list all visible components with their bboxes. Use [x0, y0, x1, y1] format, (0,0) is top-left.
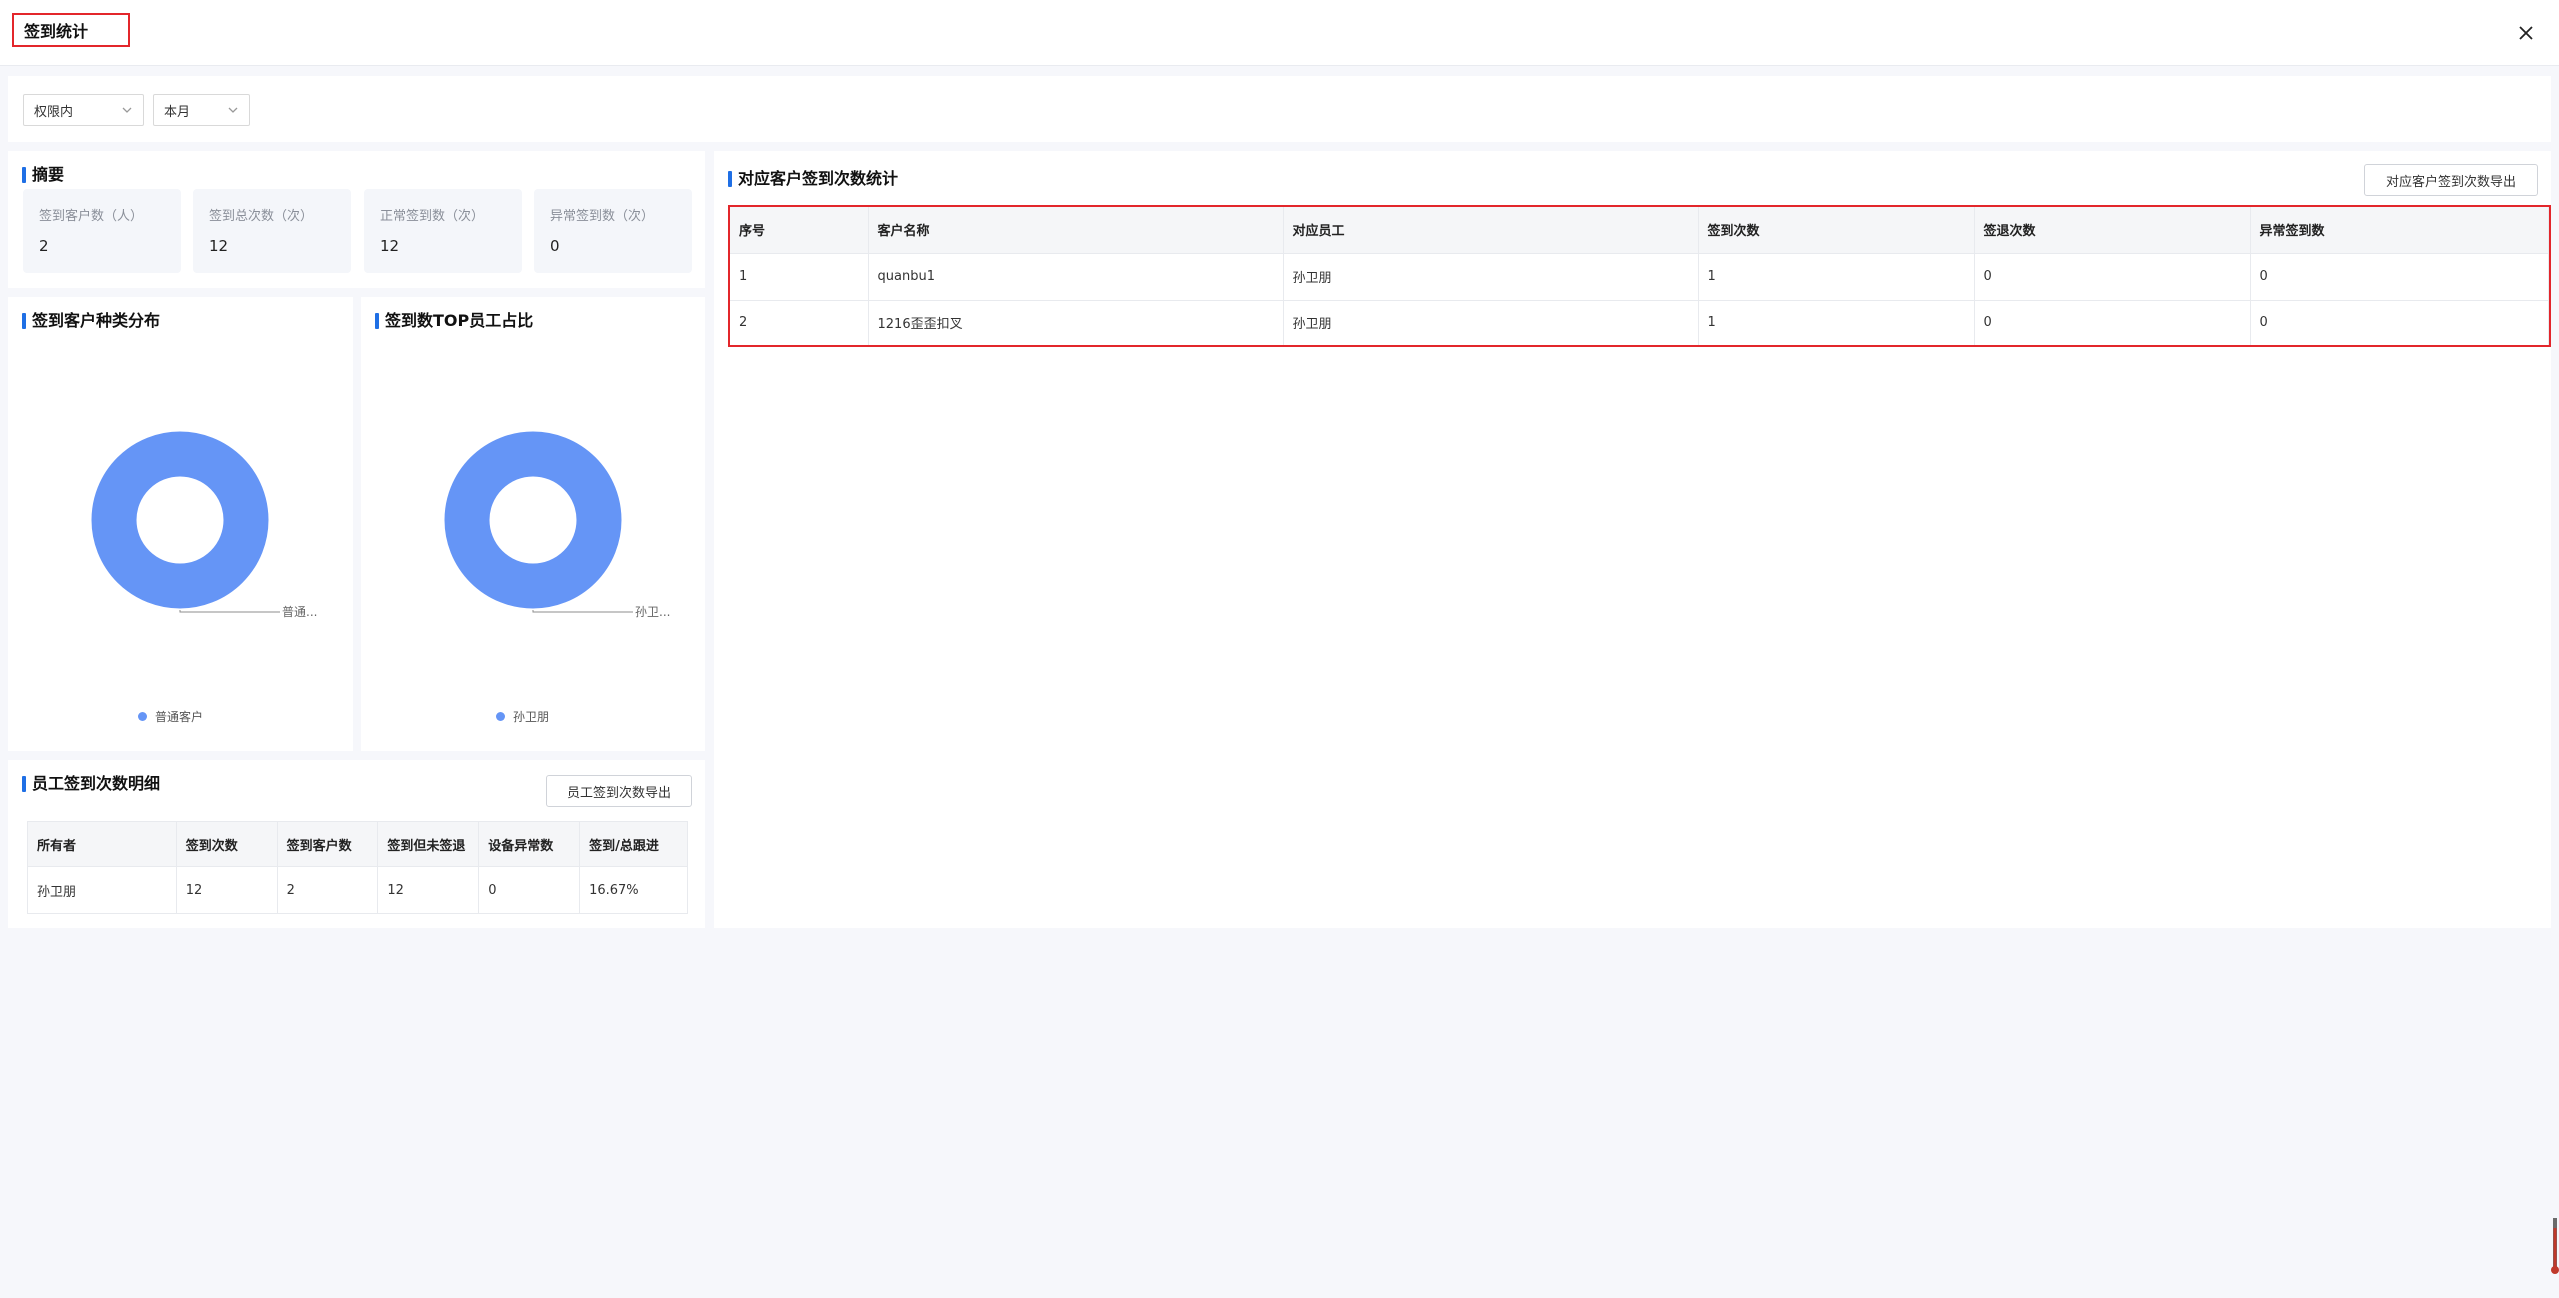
table-cell: 0: [1974, 253, 2251, 301]
table-header-row: 所有者 签到次数 签到客户数 签到但未签退 设备异常数 签到/总跟进: [27, 821, 688, 867]
column-header[interactable]: 序号: [730, 207, 869, 254]
kpi-abnormal-checkins: 异常签到数（次） 0: [534, 189, 692, 273]
table-cell: 0: [478, 866, 581, 914]
table-cell: 1: [1698, 253, 1975, 301]
donut-slice-staff[interactable]: [444, 431, 622, 609]
scroll-handle-icon[interactable]: [2551, 1218, 2559, 1276]
table-cell: 2: [730, 300, 869, 345]
customer-stats-title: 对应客户签到次数统计: [728, 169, 898, 189]
column-header[interactable]: 设备异常数: [478, 821, 581, 867]
period-select-value: 本月: [164, 104, 191, 120]
legend-dot-icon: [496, 712, 505, 721]
legend-label: 普通客户: [155, 710, 204, 724]
donut-slice-label: 普通...: [282, 605, 317, 619]
kpi-label: 签到客户数（人）: [39, 209, 144, 224]
customer-type-donut-chart: 普通...: [91, 431, 317, 619]
close-icon: [2519, 26, 2533, 40]
filter-bar: 权限内 本月: [8, 76, 2551, 142]
top-staff-card: 签到数TOP员工占比 孙卫... 孙卫朋: [361, 297, 705, 751]
page-title: 签到统计: [12, 13, 130, 47]
top-staff-donut-chart: 孙卫...: [444, 431, 670, 619]
column-header[interactable]: 签到次数: [176, 821, 278, 867]
customer-stats-card: 对应客户签到次数统计 对应客户签到次数导出 序号 客户名称 对应员工 签到次数 …: [714, 151, 2551, 928]
kpi-total-checkins: 签到总次数（次） 12: [193, 189, 351, 273]
column-header[interactable]: 签到但未签退: [377, 821, 480, 867]
customer-type-legend[interactable]: 普通客户: [138, 708, 203, 725]
table-cell: 孙卫朋: [27, 866, 177, 914]
legend-label: 孙卫朋: [513, 710, 550, 724]
customer-stats-table: 序号 客户名称 对应员工 签到次数 签退次数 异常签到数 1 quanbu1 孙…: [730, 207, 2549, 345]
customer-export-button[interactable]: 对应客户签到次数导出: [2364, 164, 2538, 196]
staff-export-button[interactable]: 员工签到次数导出: [546, 775, 692, 807]
page-title-text: 签到统计: [24, 22, 89, 41]
column-header[interactable]: 签到客户数: [277, 821, 379, 867]
scope-select-value: 权限内: [34, 104, 74, 120]
column-header[interactable]: 异常签到数: [2250, 207, 2549, 254]
column-header[interactable]: 所有者: [27, 821, 177, 867]
customer-stats-table-highlight: 序号 客户名称 对应员工 签到次数 签退次数 异常签到数 1 quanbu1 孙…: [728, 205, 2551, 347]
table-cell: 1: [730, 253, 869, 301]
table-row[interactable]: 1 quanbu1 孙卫朋 1 0 0: [730, 253, 2549, 301]
table-cell: 1: [1698, 300, 1975, 345]
table-cell: 0: [2250, 300, 2549, 345]
table-cell: 0: [1974, 300, 2251, 345]
staff-detail-title: 员工签到次数明细: [22, 774, 160, 794]
donut-slice-ordinary-customer[interactable]: [91, 431, 269, 609]
table-cell: quanbu1: [868, 253, 1284, 301]
legend-dot-icon: [138, 712, 147, 721]
donut-slice-label: 孙卫...: [635, 605, 670, 619]
table-cell: 2: [277, 866, 379, 914]
column-header[interactable]: 签退次数: [1974, 207, 2251, 254]
scope-select[interactable]: 权限内: [23, 94, 144, 126]
close-button[interactable]: [2513, 20, 2539, 46]
summary-card: 摘要 签到客户数（人） 2 签到总次数（次） 12 正常签到数（次） 12 异常…: [8, 151, 705, 288]
kpi-value: 12: [380, 237, 400, 255]
table-row[interactable]: 孙卫朋 12 2 12 0 16.67%: [27, 866, 688, 914]
kpi-label: 正常签到数（次）: [380, 209, 485, 224]
kpi-label: 签到总次数（次）: [209, 209, 314, 224]
top-staff-legend[interactable]: 孙卫朋: [496, 708, 549, 725]
summary-title: 摘要: [22, 165, 64, 185]
kpi-value: 12: [209, 237, 229, 255]
kpi-normal-checkins: 正常签到数（次） 12: [364, 189, 522, 273]
table-cell: 孙卫朋: [1283, 300, 1699, 345]
top-bar: 签到统计: [0, 0, 2559, 66]
column-header[interactable]: 签到次数: [1698, 207, 1975, 254]
customer-type-card: 签到客户种类分布 普通... 普通客户: [8, 297, 353, 751]
column-header[interactable]: 对应员工: [1283, 207, 1699, 254]
table-cell: 1216歪歪扣叉: [868, 300, 1284, 345]
staff-detail-card: 员工签到次数明细 员工签到次数导出 所有者 签到次数 签到客户数 签到但未签退 …: [8, 760, 705, 928]
kpi-value: 0: [550, 237, 560, 255]
table-cell: 孙卫朋: [1283, 253, 1699, 301]
table-cell: 12: [176, 866, 278, 914]
kpi-customer-count: 签到客户数（人） 2: [23, 189, 181, 273]
column-header[interactable]: 签到/总跟进: [579, 821, 688, 867]
kpi-value: 2: [39, 237, 49, 255]
table-cell: 0: [2250, 253, 2549, 301]
kpi-label: 异常签到数（次）: [550, 209, 655, 224]
table-row[interactable]: 2 1216歪歪扣叉 孙卫朋 1 0 0: [730, 300, 2549, 345]
chevron-down-icon: [228, 107, 238, 113]
donut-label-line: [179, 610, 280, 613]
table-cell: 16.67%: [579, 866, 688, 914]
staff-detail-table: 所有者 签到次数 签到客户数 签到但未签退 设备异常数 签到/总跟进 孙卫朋 1…: [27, 821, 688, 914]
table-header-row: 序号 客户名称 对应员工 签到次数 签退次数 异常签到数: [730, 207, 2549, 254]
period-select[interactable]: 本月: [153, 94, 250, 126]
donut-label-line: [532, 610, 633, 613]
table-cell: 12: [377, 866, 480, 914]
chevron-down-icon: [122, 107, 132, 113]
column-header[interactable]: 客户名称: [868, 207, 1284, 254]
